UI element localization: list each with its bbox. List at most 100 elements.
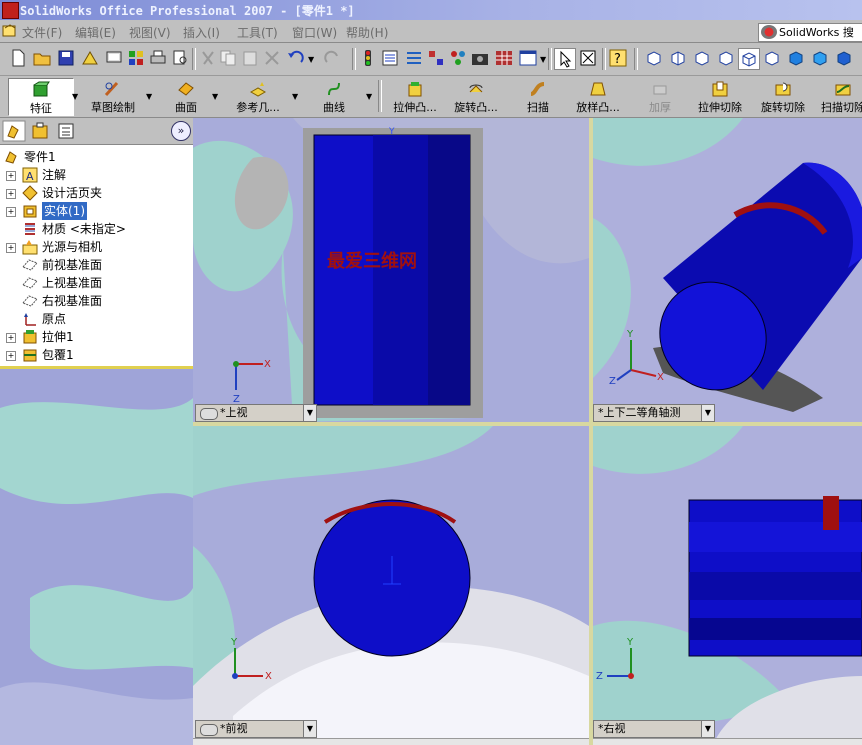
view-right-icon[interactable] bbox=[716, 48, 736, 68]
make-drawing-icon[interactable] bbox=[80, 48, 100, 68]
feature-manager-tab-icon[interactable] bbox=[2, 120, 26, 142]
features-dropdown-icon[interactable]: ▼ bbox=[72, 92, 78, 101]
redo-icon[interactable] bbox=[322, 48, 342, 68]
sweep-cut-button[interactable]: 扫描切除 bbox=[818, 78, 862, 114]
camera-icon[interactable] bbox=[470, 48, 490, 68]
extrude-cut-button[interactable]: 拉伸切除 bbox=[692, 78, 748, 114]
viewport-front[interactable]: Y X *前视 ▼ bbox=[193, 426, 589, 745]
reference-dropdown-icon[interactable]: ▼ bbox=[292, 92, 298, 101]
tree-item[interactable]: + 拉伸1 bbox=[0, 328, 193, 346]
tree-item[interactable]: 上视基准面 bbox=[0, 274, 193, 292]
layers-icon[interactable] bbox=[448, 48, 468, 68]
help-icon[interactable]: ? bbox=[608, 48, 628, 68]
tab-sketch[interactable]: 草图绘制 bbox=[82, 78, 144, 114]
expand-toggle-icon[interactable]: + bbox=[6, 333, 16, 343]
sweep-button[interactable]: 扫描 bbox=[520, 78, 556, 114]
tree-item[interactable]: + 光源与相机 bbox=[0, 238, 193, 256]
wireframe-icon[interactable] bbox=[834, 48, 854, 68]
zoom-to-fit-icon[interactable] bbox=[578, 48, 598, 68]
solidworks-app-icon[interactable] bbox=[2, 2, 19, 19]
viewport-front-label[interactable]: *前视 ▼ bbox=[195, 720, 317, 738]
view-dropdown-icon[interactable]: ▼ bbox=[303, 405, 316, 421]
undo-icon[interactable] bbox=[286, 48, 306, 68]
extrude-boss-button[interactable]: 拉伸凸... bbox=[384, 78, 446, 114]
vertical-splitter[interactable] bbox=[589, 118, 593, 745]
view-dropdown-icon[interactable]: ▼ bbox=[701, 405, 714, 421]
save-icon[interactable] bbox=[56, 48, 76, 68]
tab-curves[interactable]: 曲线 bbox=[312, 78, 356, 114]
viewport-trimetric-label[interactable]: *上下二等角轴测 ▼ bbox=[593, 404, 715, 422]
viewport-top-label[interactable]: *上视 ▼ bbox=[195, 404, 317, 422]
view-isometric-icon[interactable] bbox=[738, 48, 760, 70]
menu-edit[interactable]: 编辑(E) bbox=[75, 24, 116, 41]
solidworks-search-box[interactable]: SolidWorks 搜 bbox=[758, 23, 862, 42]
view-back-icon[interactable] bbox=[668, 48, 688, 68]
revolve-cut-button[interactable]: 旋转切除 bbox=[756, 78, 810, 114]
make-assembly-icon[interactable] bbox=[104, 48, 124, 68]
viewport-right[interactable]: Y Z *右视 ▼ bbox=[593, 426, 862, 745]
menu-window[interactable]: 窗口(W) bbox=[292, 24, 337, 41]
tree-item[interactable]: + A 注解 bbox=[0, 166, 193, 184]
menu-view[interactable]: 视图(V) bbox=[129, 24, 171, 41]
expand-toggle-icon[interactable]: + bbox=[6, 207, 16, 217]
menu-help[interactable]: 帮助(H) bbox=[346, 24, 388, 41]
tree-item[interactable]: + 包覆1 bbox=[0, 346, 193, 364]
tree-bottom-divider[interactable] bbox=[0, 366, 193, 369]
options-list-icon[interactable] bbox=[404, 48, 424, 68]
grid-icon[interactable] bbox=[494, 48, 514, 68]
tab-features[interactable]: 特征 bbox=[8, 78, 74, 116]
menu-tools[interactable]: 工具(T) bbox=[237, 24, 278, 41]
viewport-right-label[interactable]: *右视 ▼ bbox=[593, 720, 715, 738]
tab-surfaces[interactable]: 曲面 bbox=[164, 78, 208, 114]
thicken-button[interactable]: 加厚 bbox=[640, 78, 680, 114]
print-icon[interactable] bbox=[148, 48, 168, 68]
tree-item[interactable]: + 实体(1) bbox=[0, 202, 193, 220]
file-properties-icon[interactable] bbox=[380, 48, 400, 68]
delete-icon[interactable] bbox=[262, 48, 282, 68]
surfaces-dropdown-icon[interactable]: ▼ bbox=[212, 92, 218, 101]
options-icon[interactable] bbox=[126, 48, 146, 68]
customize-icon[interactable] bbox=[426, 48, 446, 68]
expand-toggle-icon[interactable]: + bbox=[6, 189, 16, 199]
tree-root[interactable]: 零件1 bbox=[0, 148, 193, 166]
view-front-icon[interactable] bbox=[644, 48, 664, 68]
tree-item[interactable]: 前视基准面 bbox=[0, 256, 193, 274]
curves-dropdown-icon[interactable]: ▼ bbox=[366, 92, 372, 101]
tab-reference-geometry[interactable]: 参考几... bbox=[226, 78, 290, 114]
viewport-trimetric[interactable]: Y X Z *上下二等角轴测 ▼ bbox=[593, 118, 862, 422]
shaded-icon[interactable] bbox=[786, 48, 806, 68]
view-dropdown-icon[interactable]: ▼ bbox=[701, 721, 714, 737]
tree-item[interactable]: 右视基准面 bbox=[0, 292, 193, 310]
open-folder-icon[interactable] bbox=[32, 48, 52, 68]
shaded-edges-icon[interactable] bbox=[810, 48, 830, 68]
view-left-icon[interactable] bbox=[692, 48, 712, 68]
menu-file[interactable]: 文件(F) bbox=[22, 24, 62, 41]
expand-toggle-icon[interactable]: + bbox=[6, 243, 16, 253]
configuration-manager-tab-icon[interactable] bbox=[54, 120, 78, 142]
horizontal-splitter[interactable] bbox=[193, 422, 862, 426]
rebuild-icon[interactable] bbox=[358, 48, 378, 68]
paste-icon[interactable] bbox=[240, 48, 260, 68]
print-preview-icon[interactable] bbox=[170, 48, 190, 68]
property-manager-tab-icon[interactable] bbox=[28, 120, 52, 142]
view-trimetric-icon[interactable] bbox=[762, 48, 782, 68]
expand-toggle-icon[interactable]: + bbox=[6, 351, 16, 361]
tree-item[interactable]: 原点 bbox=[0, 310, 193, 328]
graphics-area[interactable]: Y 最爱三维网 X Z *上视 ▼ Y X Z *上下二等角轴测 ▼ Y X *… bbox=[193, 118, 862, 745]
horizontal-scrollbar[interactable] bbox=[193, 738, 589, 745]
tree-item[interactable]: + 设计活页夹 bbox=[0, 184, 193, 202]
revolve-boss-button[interactable]: 旋转凸... bbox=[446, 78, 506, 114]
view-dropdown-icon[interactable]: ▼ bbox=[303, 721, 316, 737]
tree-item[interactable]: 材质 <未指定> bbox=[0, 220, 193, 238]
expand-toggle-icon[interactable]: + bbox=[6, 171, 16, 181]
menu-insert[interactable]: 插入(I) bbox=[183, 24, 220, 41]
cut-icon[interactable] bbox=[198, 48, 218, 68]
viewport-top[interactable]: Y 最爱三维网 X Z *上视 ▼ bbox=[193, 118, 589, 422]
loft-boss-button[interactable]: 放样凸... bbox=[568, 78, 628, 114]
part-document-icon[interactable] bbox=[2, 23, 17, 38]
expand-panel-button[interactable]: » bbox=[171, 121, 191, 141]
select-arrow-icon[interactable] bbox=[554, 48, 576, 70]
window-layout-icon[interactable] bbox=[518, 48, 538, 68]
copy-icon[interactable] bbox=[218, 48, 238, 68]
sketch-dropdown-icon[interactable]: ▼ bbox=[146, 92, 152, 101]
